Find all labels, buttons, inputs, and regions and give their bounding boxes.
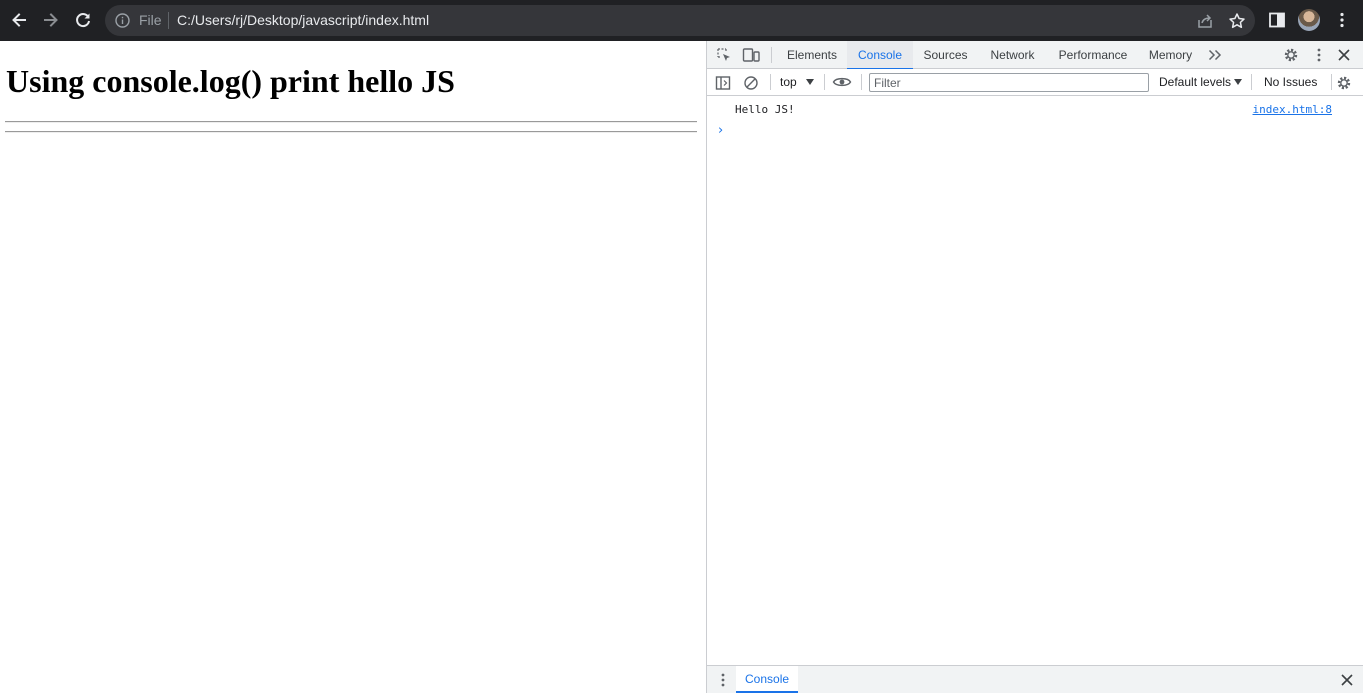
caret-down-icon bbox=[1234, 79, 1242, 85]
page-viewport: Using console.log() print hello JS bbox=[0, 41, 706, 693]
context-selector[interactable]: top bbox=[780, 74, 797, 90]
devtools-panel: Elements Console Sources Network Perform… bbox=[706, 41, 1363, 693]
issues-counter[interactable]: No Issues bbox=[1264, 74, 1317, 90]
clear-circle-icon bbox=[744, 76, 758, 90]
devtools-drawer: Console bbox=[707, 665, 1363, 693]
tab-memory[interactable]: Memory bbox=[1139, 41, 1202, 69]
back-button[interactable] bbox=[7, 8, 31, 32]
toolbar-divider bbox=[1251, 74, 1252, 90]
inspect-icon bbox=[717, 48, 730, 61]
toolbar-divider bbox=[824, 74, 825, 90]
share-icon[interactable] bbox=[1195, 11, 1215, 31]
inspect-element-button[interactable] bbox=[714, 45, 734, 65]
info-icon[interactable] bbox=[114, 12, 131, 29]
log-levels-dropdown[interactable]: Default levels bbox=[1159, 74, 1231, 90]
console-settings-button[interactable] bbox=[1334, 73, 1354, 93]
close-drawer-button[interactable] bbox=[1337, 670, 1357, 690]
device-toolbar-button[interactable] bbox=[741, 45, 761, 65]
filter-input[interactable] bbox=[869, 73, 1149, 92]
toolbar-divider bbox=[861, 74, 862, 90]
devtools-tab-bar: Elements Console Sources Network Perform… bbox=[707, 41, 1363, 70]
device-toggle-icon bbox=[742, 48, 760, 62]
console-message-source-link[interactable]: index.html:8 bbox=[1253, 103, 1332, 116]
menu-dots-icon bbox=[1340, 12, 1344, 28]
drawer-tab-console[interactable]: Console bbox=[736, 666, 799, 693]
back-arrow-icon bbox=[12, 13, 26, 27]
side-panel-button[interactable] bbox=[1265, 8, 1289, 32]
tab-sources[interactable]: Sources bbox=[913, 41, 978, 69]
caret-down-icon bbox=[806, 79, 814, 85]
close-icon bbox=[1341, 674, 1353, 686]
toolbar-divider bbox=[1331, 74, 1332, 90]
clear-console-button[interactable] bbox=[741, 73, 761, 93]
side-panel-icon bbox=[1269, 12, 1285, 28]
console-toolbar: top Default levels No Issues bbox=[707, 69, 1363, 96]
kebab-menu-icon bbox=[721, 673, 725, 687]
live-expression-button[interactable] bbox=[832, 72, 852, 92]
page-heading: Using console.log() print hello JS bbox=[6, 63, 455, 99]
kebab-menu-icon bbox=[1317, 48, 1321, 62]
horizontal-rule bbox=[5, 131, 697, 133]
profile-avatar[interactable] bbox=[1298, 9, 1320, 31]
bookmark-star-icon[interactable] bbox=[1227, 11, 1247, 31]
forward-button[interactable] bbox=[39, 8, 63, 32]
more-tabs-button[interactable] bbox=[1205, 45, 1225, 65]
tab-elements[interactable]: Elements bbox=[777, 41, 847, 69]
close-icon bbox=[1338, 49, 1350, 61]
sidebar-icon bbox=[715, 76, 731, 90]
toolbar-divider bbox=[770, 74, 771, 90]
tab-console[interactable]: Console bbox=[847, 41, 913, 70]
console-message: Hello JS! bbox=[735, 103, 795, 116]
toolbar-divider bbox=[771, 47, 772, 63]
reload-button[interactable] bbox=[71, 8, 95, 32]
double-chevron-right-icon bbox=[1208, 49, 1222, 61]
tab-network[interactable]: Network bbox=[978, 41, 1047, 69]
browser-toolbar: File C:/Users/rj/Desktop/javascript/inde… bbox=[0, 0, 1363, 41]
browser-menu-button[interactable] bbox=[1330, 8, 1354, 32]
console-prompt[interactable]: › bbox=[718, 123, 723, 138]
gear-icon bbox=[1284, 48, 1298, 62]
devtools-settings-button[interactable] bbox=[1281, 45, 1301, 65]
drawer-menu-button[interactable] bbox=[713, 670, 733, 690]
tab-performance[interactable]: Performance bbox=[1047, 41, 1139, 69]
close-devtools-button[interactable] bbox=[1334, 45, 1354, 65]
horizontal-rule bbox=[5, 121, 697, 123]
gear-icon bbox=[1337, 76, 1351, 90]
sidebar-toggle-button[interactable] bbox=[713, 73, 733, 93]
address-bar[interactable]: File C:/Users/rj/Desktop/javascript/inde… bbox=[105, 5, 1255, 36]
eye-icon bbox=[832, 77, 852, 87]
devtools-menu-button[interactable] bbox=[1309, 45, 1329, 65]
reload-icon bbox=[76, 13, 90, 28]
scheme-label: File bbox=[139, 12, 162, 28]
console-output[interactable]: Hello JS! index.html:8 › bbox=[707, 96, 1363, 665]
omnibox-divider bbox=[168, 12, 169, 29]
url-text[interactable]: C:/Users/rj/Desktop/javascript/index.htm… bbox=[177, 12, 429, 29]
forward-arrow-icon bbox=[44, 13, 58, 27]
